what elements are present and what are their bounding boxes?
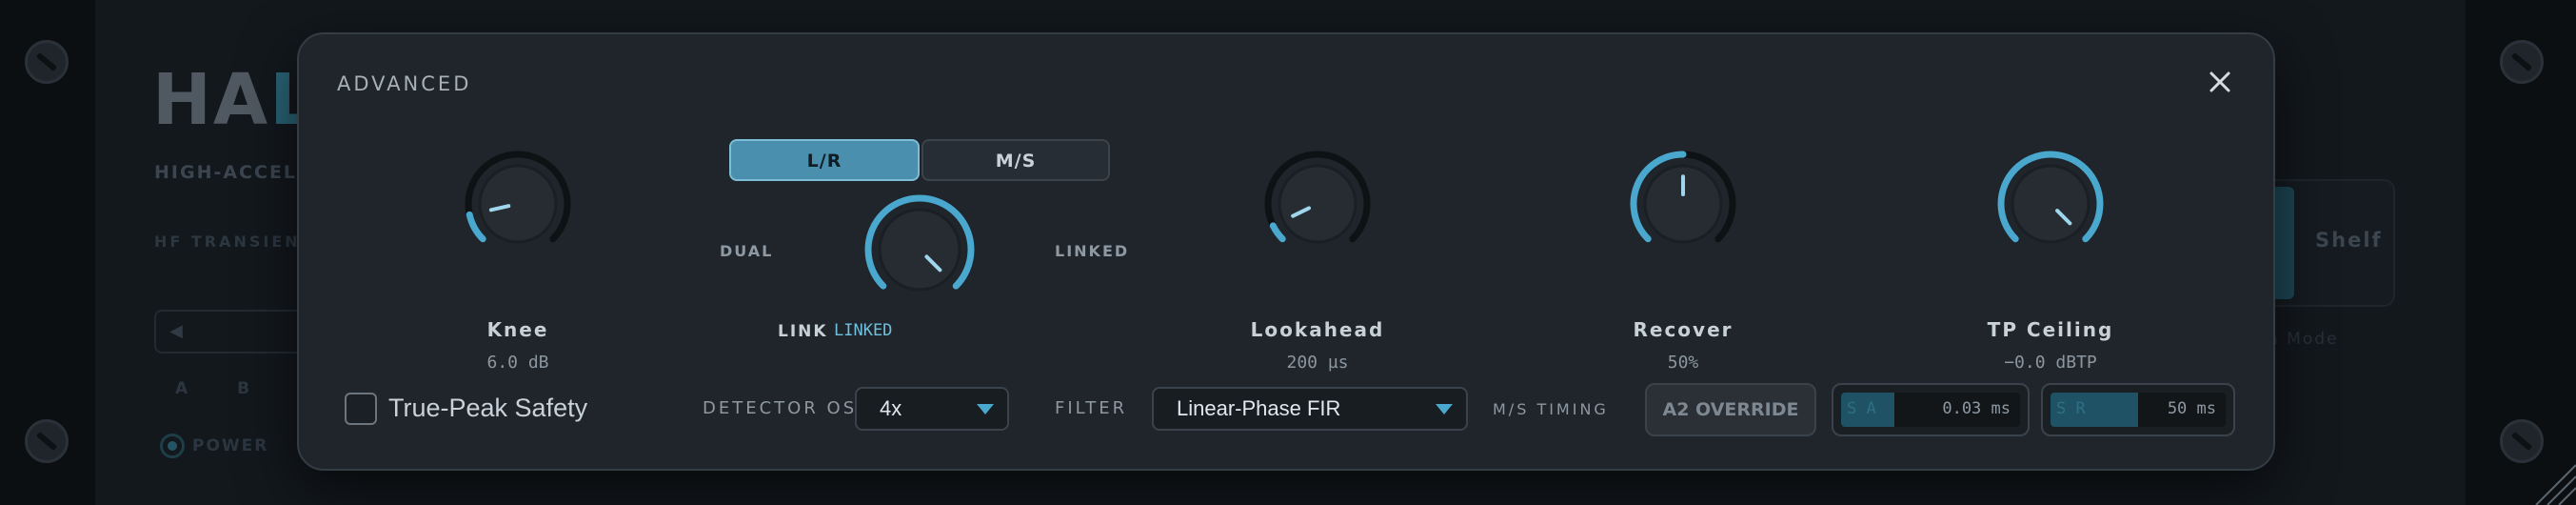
close-icon[interactable] — [2201, 63, 2239, 101]
detector-os-label: DETECTOR OS — [703, 398, 858, 418]
knee-value: 6.0 dB — [486, 353, 549, 373]
recover-control: Recover 50% — [1569, 147, 1797, 375]
meter-tag: S A — [1847, 399, 1876, 418]
knee-control: Knee 6.0 dB — [404, 147, 632, 375]
meter-value: 50 ms — [2167, 399, 2216, 418]
meter-value: 0.03 ms — [1942, 399, 2011, 418]
knob-face — [2011, 164, 2091, 244]
recover-knob[interactable] — [1626, 147, 1740, 261]
tp-ceiling-label: TP Ceiling — [1987, 318, 2114, 341]
linked-side-label: LINKED — [1055, 242, 1130, 260]
filter-label: FILTER — [1055, 398, 1128, 418]
recover-label: Recover — [1633, 318, 1734, 341]
dual-label: DUAL — [720, 242, 774, 260]
knee-label: Knee — [486, 318, 549, 341]
filter-value: Linear-Phase FIR — [1177, 396, 1341, 420]
plugin-subtitle: HIGH-ACCELI — [154, 162, 307, 183]
ab-buttons: A B — [175, 379, 249, 398]
tp-ceiling-value: −0.0 dBTP — [2004, 353, 2097, 373]
screw-icon — [2500, 40, 2544, 84]
meter-track: S A 0.03 ms — [1841, 393, 2020, 427]
a-button: A — [175, 379, 188, 398]
true-peak-checkbox[interactable] — [345, 393, 377, 425]
lookahead-knob[interactable] — [1260, 147, 1375, 261]
link-control — [805, 191, 1034, 314]
ms-timing-attack-meter[interactable]: S A 0.03 ms — [1832, 383, 2030, 436]
mode-label: n Mode — [2268, 330, 2339, 349]
tp-ceiling-knob[interactable] — [1993, 147, 2108, 261]
resize-grip-icon — [2535, 464, 2576, 505]
knob-value-arc — [1269, 222, 1286, 243]
caret-down-icon — [1436, 404, 1453, 414]
detector-os-select[interactable]: 4x — [855, 387, 1009, 431]
knob-face — [878, 208, 961, 292]
lookahead-label: Lookahead — [1250, 318, 1385, 341]
tp-ceiling-control: TP Ceiling −0.0 dBTP — [1936, 147, 2165, 375]
meter-track: S R 50 ms — [2051, 393, 2226, 427]
power-toggle: POWER — [160, 434, 268, 458]
knob-value-arc — [466, 211, 486, 243]
caret-down-icon — [977, 404, 994, 414]
detector-os-value: 4x — [880, 396, 902, 420]
a2-override-button[interactable]: A2 OVERRIDE — [1645, 383, 1816, 436]
link-label: LINK — [778, 322, 828, 341]
power-icon — [160, 434, 185, 458]
filter-select[interactable]: Linear-Phase FIR — [1152, 387, 1468, 431]
link-value: LINKED — [834, 321, 893, 340]
screw-icon — [25, 40, 69, 84]
recover-value: 50% — [1667, 353, 1699, 373]
lookahead-value: 200 µs — [1286, 353, 1349, 373]
lookahead-control: Lookahead 200 µs — [1203, 147, 1432, 375]
knob-face — [478, 164, 558, 244]
ms-timing-release-meter[interactable]: S R 50 ms — [2041, 383, 2235, 436]
lr-mode-button[interactable]: L/R — [729, 139, 920, 181]
b-button: B — [237, 379, 250, 398]
hf-transient-label: HF TRANSIENT — [154, 232, 314, 251]
shelf-label: Shelf — [2315, 229, 2383, 252]
knee-knob[interactable] — [461, 147, 575, 261]
ms-timing-label: M/S TIMING — [1493, 400, 1609, 418]
true-peak-label[interactable]: True-Peak Safety — [388, 394, 587, 423]
plugin-logo: HAL — [152, 59, 317, 141]
link-knob[interactable] — [861, 191, 979, 309]
modal-title: ADVANCED — [337, 72, 472, 95]
knob-face — [1278, 164, 1357, 244]
chevron-left-icon: ◀ — [169, 321, 183, 341]
meter-tag: S R — [2056, 399, 2086, 418]
ms-mode-button[interactable]: M/S — [921, 139, 1110, 181]
advanced-modal: ADVANCED Knee 6.0 dB L/R M/S DUAL LINKED… — [297, 32, 2275, 471]
screw-icon — [25, 419, 69, 463]
